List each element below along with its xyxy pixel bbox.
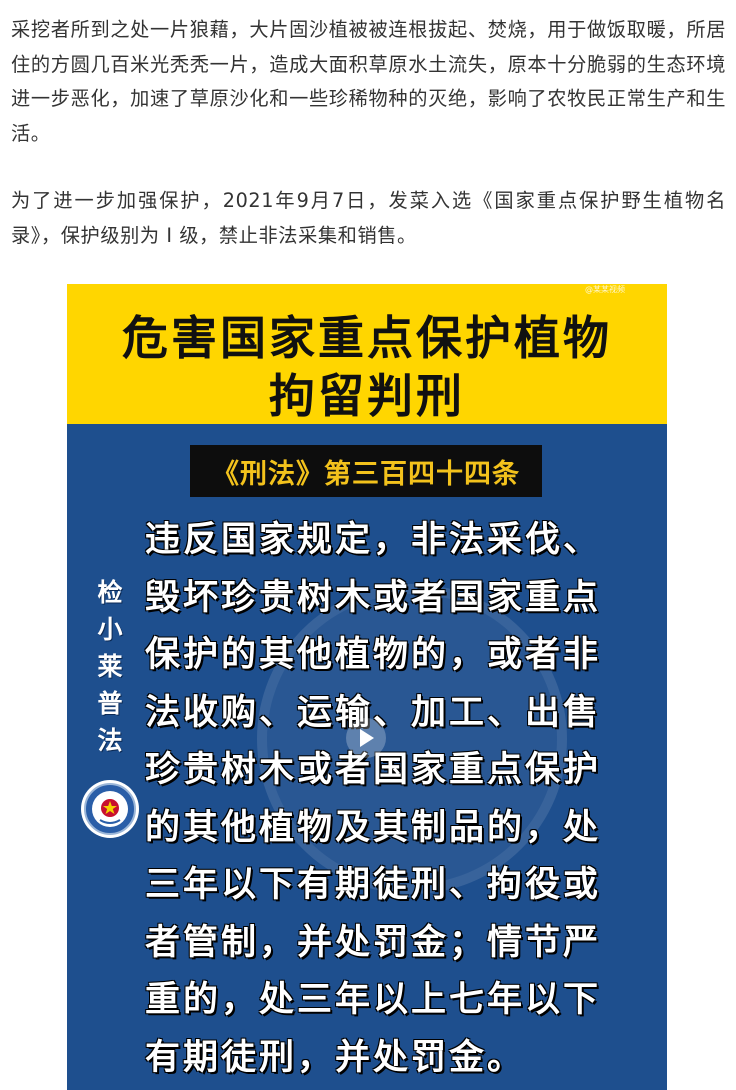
- law-text-line: 的其他植物及其制品的，处: [145, 807, 602, 848]
- video-title-line: 拘留判刑: [269, 369, 465, 423]
- play-button[interactable]: [346, 718, 386, 758]
- video-watermark: @某某视频: [585, 285, 625, 294]
- video-title-banner: @某某视频 危害国家重点保护植物 拘留判刑: [67, 284, 667, 424]
- video-player[interactable]: @某某视频 危害国家重点保护植物 拘留判刑 《刑法》第三百四十四条 检 小 莱 …: [67, 284, 667, 1090]
- article-paragraph: 采挖者所到之处一片狼藉，大片固沙植被被连根拔起、焚烧，用于做饭取暖，所居住的方圆…: [11, 18, 726, 145]
- law-text-line: 者管制，并处罚金；情节严: [145, 922, 602, 963]
- brand-char: 小: [97, 615, 123, 644]
- law-text-line: 三年以下有期徒刑、拘役或: [145, 865, 602, 905]
- video-title-line: 危害国家重点保护植物: [122, 311, 612, 365]
- law-text-line: 保护的其他植物的，或者非: [145, 635, 602, 675]
- play-icon: [360, 729, 374, 747]
- procuratorate-seal-icon: [81, 780, 139, 838]
- vertical-brand-text: 检 小 莱 普 法: [90, 574, 130, 759]
- law-text-line: 重的，处三年以上七年以下: [145, 980, 602, 1020]
- law-article-tag: 《刑法》第三百四十四条: [190, 445, 542, 497]
- brand-char: 普: [97, 689, 123, 718]
- brand-char: 检: [97, 578, 123, 607]
- law-text-line: 有期徒刑，并处罚金。: [145, 1037, 526, 1078]
- law-text-line: 毁坏珍贵树木或者国家重点: [145, 577, 602, 618]
- law-article-text: 违反国家规定，非法采伐、 毁坏珍贵树木或者国家重点 保护的其他植物的，或者非 法…: [145, 512, 605, 1087]
- brand-char: 法: [97, 726, 123, 755]
- law-text-line: 违反国家规定，非法采伐、: [145, 520, 602, 560]
- brand-char: 莱: [97, 652, 123, 681]
- article-paragraph: 为了进一步加强保护，2021年9月7日，发菜入选《国家重点保护野生植物名录》，保…: [11, 189, 726, 247]
